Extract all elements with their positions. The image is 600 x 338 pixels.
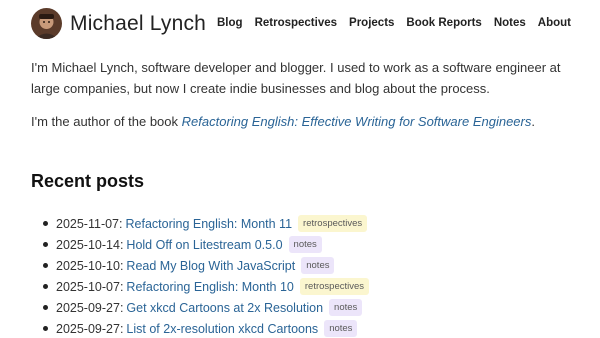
post-tag[interactable]: notes xyxy=(301,257,335,274)
post-date: 2025-10-14: xyxy=(56,237,124,252)
post-date: 2025-10-10: xyxy=(56,258,124,273)
author-suffix: . xyxy=(531,114,535,129)
post-tag[interactable]: notes xyxy=(329,299,363,316)
bullet-icon xyxy=(43,284,48,289)
avatar xyxy=(31,8,62,39)
post-link[interactable]: Read My Blog With JavaScript xyxy=(126,259,295,273)
bullet-icon xyxy=(43,221,48,226)
list-item: 2025-11-07: Refactoring English: Month 1… xyxy=(31,213,369,234)
post-link[interactable]: Refactoring English: Month 10 xyxy=(126,280,293,294)
post-tag[interactable]: notes xyxy=(288,236,322,253)
bullet-icon xyxy=(43,305,48,310)
post-tag[interactable]: retrospectives xyxy=(299,278,370,295)
list-item: 2025-10-07: Refactoring English: Month 1… xyxy=(31,276,370,297)
post-date: 2025-11-07: xyxy=(56,216,123,231)
nav-retrospectives[interactable]: Retrospectives xyxy=(255,17,337,29)
list-item: 2025-09-27: List of 2x-resolution xkcd C… xyxy=(31,318,369,338)
author-prefix: I'm the author of the book xyxy=(31,114,182,129)
list-item: 2025-10-14: Hold Off on Litestream 0.5.0… xyxy=(31,234,369,255)
post-link[interactable]: List of 2x-resolution xkcd Cartoons xyxy=(126,322,318,336)
post-link[interactable]: Hold Off on Litestream 0.5.0 xyxy=(126,238,282,252)
bullet-icon xyxy=(43,242,48,247)
site-header: Michael Lynch Blog Retrospectives Projec… xyxy=(0,0,600,50)
nav-notes[interactable]: Notes xyxy=(494,17,526,29)
post-link[interactable]: Get xkcd Cartoons at 2x Resolution xyxy=(126,301,323,315)
post-tag[interactable]: retrospectives xyxy=(298,215,368,232)
post-date: 2025-10-07: xyxy=(56,279,124,294)
bullet-icon xyxy=(43,263,48,268)
list-item: 2025-10-10: Read My Blog With JavaScript… xyxy=(31,255,369,276)
list-item: 2025-09-27: Get xkcd Cartoons at 2x Reso… xyxy=(31,297,369,318)
post-date: 2025-09-27: xyxy=(56,300,124,315)
page: Michael Lynch Blog Retrospectives Projec… xyxy=(0,0,600,338)
post-tag[interactable]: notes xyxy=(324,320,358,337)
nav-about[interactable]: About xyxy=(538,17,571,29)
post-link[interactable]: Refactoring English: Month 11 xyxy=(126,217,293,231)
home-link[interactable]: Michael Lynch xyxy=(31,8,206,39)
bullet-icon xyxy=(43,326,48,331)
site-title: Michael Lynch xyxy=(70,11,207,35)
nav-book-reports[interactable]: Book Reports xyxy=(406,17,481,29)
author-paragraph: I'm the author of the book Refactoring E… xyxy=(31,111,576,132)
post-date: 2025-09-27: xyxy=(56,321,124,336)
recent-posts-heading: Recent posts xyxy=(31,171,145,191)
nav-projects[interactable]: Projects xyxy=(349,17,394,29)
intro-paragraph: I'm Michael Lynch, software developer an… xyxy=(31,60,561,96)
nav-blog[interactable]: Blog xyxy=(217,17,243,29)
book-link[interactable]: Refactoring English: Effective Writing f… xyxy=(182,114,532,129)
intro: I'm Michael Lynch, software developer an… xyxy=(31,57,576,132)
recent-posts-list: 2025-11-07: Refactoring English: Month 1… xyxy=(31,213,370,338)
main-nav: Blog Retrospectives Projects Book Report… xyxy=(217,17,571,29)
